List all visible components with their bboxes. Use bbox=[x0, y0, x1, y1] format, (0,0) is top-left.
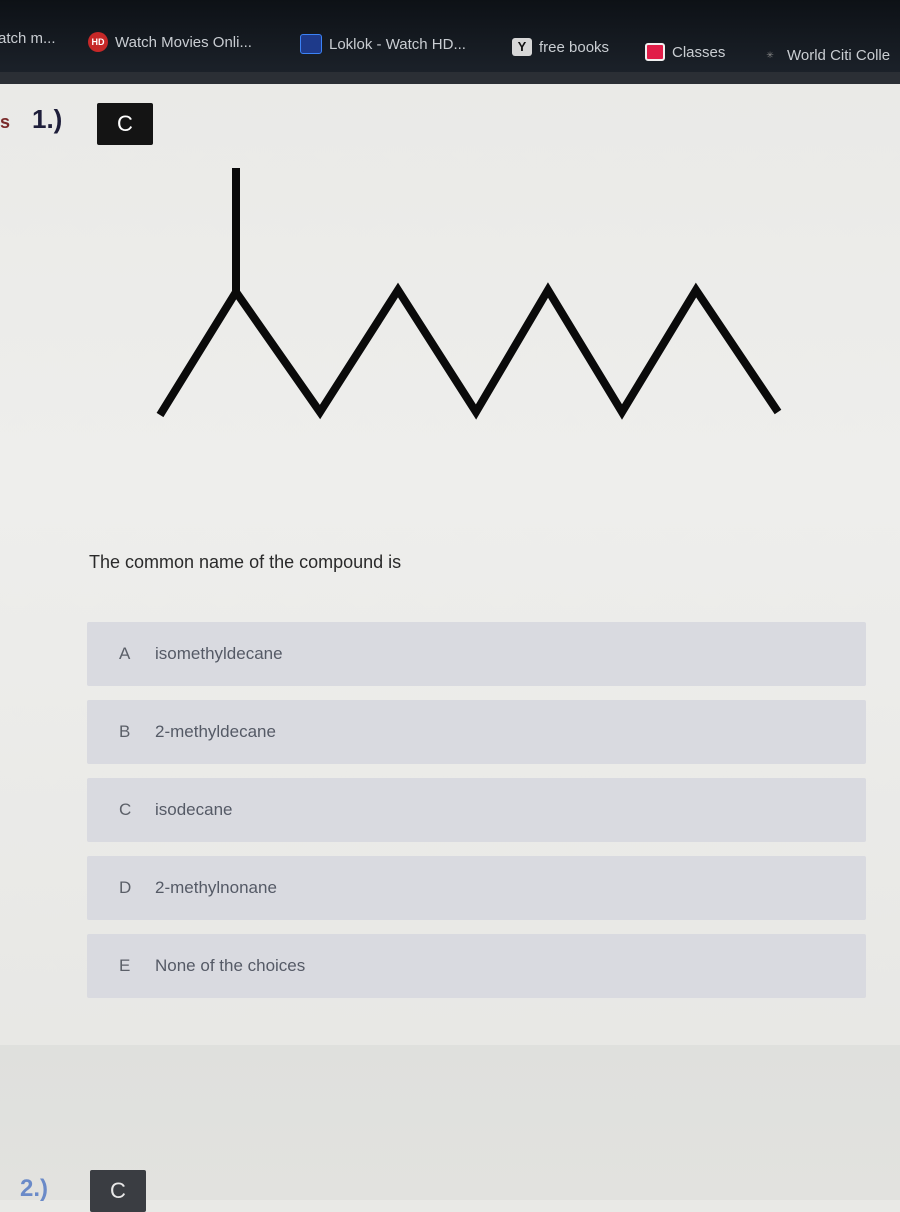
bookmark-label: Classes bbox=[672, 43, 726, 61]
classroom-icon bbox=[645, 43, 665, 61]
choice-text: None of the choices bbox=[155, 956, 306, 975]
choice-text: isodecane bbox=[155, 800, 233, 819]
bookmark-loklok[interactable]: Loklok - Watch HD... bbox=[300, 34, 466, 54]
choice-c[interactable]: C isodecane bbox=[87, 778, 866, 842]
loklok-icon bbox=[300, 34, 322, 54]
bookmark-label: Loklok - Watch HD... bbox=[329, 35, 466, 53]
choice-a[interactable]: A isomethyldecane bbox=[87, 622, 866, 686]
reload-button[interactable]: C bbox=[97, 103, 153, 145]
answer-choices: A isomethyldecane B 2-methyldecane C iso… bbox=[87, 622, 866, 1012]
side-mark: s bbox=[0, 112, 11, 132]
bookmark-label: World Citi Colle bbox=[787, 46, 891, 64]
reload-icon: C bbox=[110, 1178, 126, 1203]
next-question-number: 2.) bbox=[20, 1175, 49, 1202]
choice-d[interactable]: D 2-methylnonane bbox=[87, 856, 866, 920]
choice-letter: B bbox=[119, 722, 131, 741]
choice-text: 2-methylnonane bbox=[155, 878, 277, 897]
question-prompt: The common name of the compound is bbox=[89, 552, 402, 572]
choice-letter: A bbox=[119, 644, 131, 663]
bookmark-watch-movies[interactable]: HD Watch Movies Onli... bbox=[88, 32, 252, 52]
bookmark-1[interactable]: atch m... bbox=[0, 30, 56, 47]
bookmark-free-books[interactable]: Y free books bbox=[512, 38, 609, 56]
y-icon: Y bbox=[512, 38, 532, 56]
choice-e[interactable]: E None of the choices bbox=[87, 934, 866, 998]
bookmark-world-citi[interactable]: ✳ World Citi Colle bbox=[760, 46, 890, 64]
bookmark-classes[interactable]: Classes bbox=[645, 43, 725, 61]
toolbar-edge bbox=[0, 72, 900, 84]
choice-b[interactable]: B 2-methyldecane bbox=[87, 700, 866, 764]
choice-letter: E bbox=[119, 956, 131, 975]
bookmark-label: Watch Movies Onli... bbox=[115, 33, 252, 51]
bookmark-label: free books bbox=[539, 38, 610, 56]
next-reload-button[interactable]: C bbox=[90, 1170, 146, 1212]
hd-icon: HD bbox=[88, 32, 108, 52]
question-number: 1.) bbox=[32, 104, 63, 134]
skeletal-structure-image bbox=[156, 168, 782, 420]
world-citi-icon: ✳ bbox=[766, 50, 774, 60]
bookmarks-bar: atch m... HD Watch Movies Onli... Loklok… bbox=[0, 0, 900, 72]
carbon-chain bbox=[156, 282, 782, 420]
choice-text: 2-methyldecane bbox=[155, 722, 276, 741]
choice-text: isomethyldecane bbox=[155, 644, 283, 663]
choice-letter: D bbox=[119, 878, 132, 897]
bookmark-label: atch m... bbox=[0, 30, 56, 47]
choice-letter: C bbox=[119, 800, 132, 819]
reload-icon: C bbox=[117, 111, 133, 136]
